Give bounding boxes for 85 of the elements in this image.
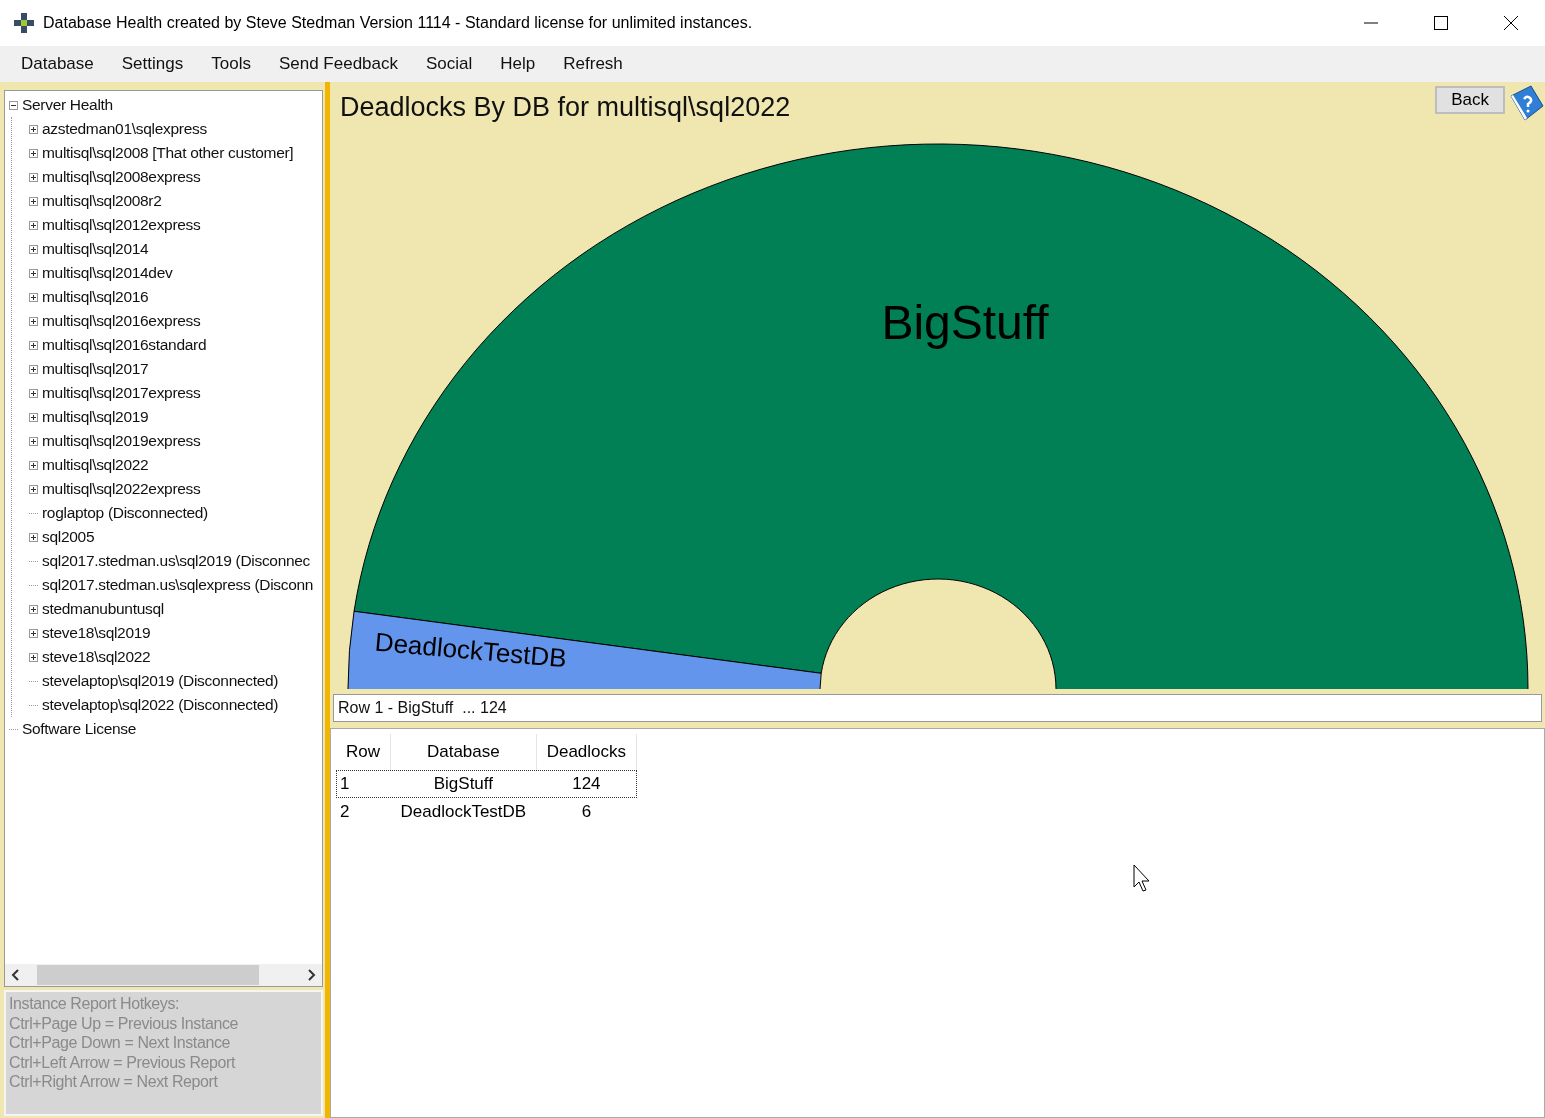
tree-item[interactable]: multisql\sql2016standard (42, 336, 207, 354)
expand-icon[interactable] (29, 388, 38, 398)
slice-label: BigStuff (881, 296, 1049, 349)
tree-item[interactable]: sql2017.stedman.us\sql2019 (Disconnec (42, 552, 311, 570)
hotkey-text: Ctrl+Left Arrow = Previous Report (9, 1052, 237, 1072)
tree-item[interactable]: Software License (22, 720, 137, 738)
menu-item[interactable]: Database (21, 54, 94, 74)
tree-item[interactable]: multisql\sql2014 (42, 240, 149, 258)
hotkey-text: Ctrl+Right Arrow = Next Report (9, 1072, 219, 1092)
slice-label: DeadlockTestDB (373, 626, 568, 674)
tree-item[interactable]: stevelaptop\sql2019 (Disconnected) (42, 672, 279, 690)
column-header[interactable]: Database (390, 734, 537, 770)
expand-icon[interactable] (29, 196, 38, 206)
expand-icon[interactable] (29, 244, 38, 254)
menu-item[interactable]: Refresh (563, 54, 623, 74)
mouse-pointer-icon (1133, 864, 1153, 892)
tree-item[interactable]: roglaptop (Disconnected) (42, 504, 208, 522)
menu-item[interactable]: Settings (121, 54, 184, 74)
tree-item[interactable]: multisql\sql2016express (42, 312, 201, 330)
expand-icon[interactable] (29, 340, 38, 350)
table-cell: 1 (336, 770, 391, 798)
expand-icon[interactable] (29, 148, 38, 158)
window-title: Database Health created by Steve Stedman Version 1114 - Standard license for unlimited instances. (43, 14, 753, 32)
table-cell: 124 (536, 770, 637, 798)
scroll-left-icon[interactable] (11, 969, 21, 981)
expand-icon[interactable] (29, 604, 38, 614)
expand-icon[interactable] (29, 436, 38, 446)
tree-item[interactable]: steve18\sql2022 (42, 648, 151, 666)
expand-icon[interactable] (29, 484, 38, 494)
tree-item[interactable]: multisql\sql2019 (42, 408, 149, 426)
expand-icon[interactable] (29, 172, 38, 182)
expand-icon[interactable] (29, 652, 38, 662)
expand-icon[interactable] (29, 268, 38, 278)
table-cell: 6 (536, 798, 637, 826)
selected-row-field[interactable]: Row 1 - BigStuff ... 124 (333, 694, 1542, 722)
expand-icon[interactable] (29, 460, 38, 470)
expand-icon[interactable] (29, 364, 38, 374)
table-row[interactable]: 1 BigStuff 124 (336, 770, 637, 798)
maximize-icon[interactable] (1433, 15, 1449, 31)
app-logo-icon (13, 12, 35, 34)
scrollbar-thumb[interactable] (37, 965, 259, 985)
tree-item[interactable]: azstedman01\sqlexpress (42, 120, 207, 138)
tree-item[interactable]: multisql\sql2014dev (42, 264, 173, 282)
tree-item[interactable]: multisql\sql2008 [That other customer] (42, 144, 294, 162)
expand-icon[interactable] (29, 628, 38, 638)
expand-icon[interactable] (29, 220, 38, 230)
scroll-right-icon[interactable] (306, 969, 316, 981)
tree-item[interactable]: multisql\sql2016 (42, 288, 149, 306)
tree-item[interactable]: steve18\sql2019 (42, 624, 151, 642)
tree-item[interactable]: multisql\sql2012express (42, 216, 201, 234)
table-cell: DeadlockTestDB (390, 798, 537, 826)
close-icon[interactable] (1503, 15, 1519, 31)
tree-item[interactable]: sql2017.stedman.us\sqlexpress (Disconn (42, 576, 314, 594)
table-cell: 2 (336, 798, 391, 826)
tree-item[interactable]: multisql\sql2017express (42, 384, 201, 402)
back-button[interactable]: Back (1435, 86, 1505, 114)
expand-icon[interactable] (29, 292, 38, 302)
column-header[interactable]: Row (336, 734, 391, 770)
tree-item[interactable]: multisql\sql2017 (42, 360, 149, 378)
menu-item[interactable]: Help (500, 54, 536, 74)
table-cell: BigStuff (390, 770, 537, 798)
tree-item[interactable]: multisql\sql2008r2 (42, 192, 162, 210)
tree-item[interactable]: Server Health (22, 96, 113, 114)
report-title: Deadlocks By DB for multisql\sql2022 (340, 92, 791, 123)
expand-icon[interactable] (29, 124, 38, 134)
expand-icon[interactable] (29, 532, 38, 542)
menu-item[interactable]: Social (426, 54, 473, 74)
tree-item[interactable]: sql2005 (42, 528, 95, 546)
table-row[interactable]: 2 DeadlockTestDB 6 (336, 798, 637, 826)
hotkey-text: Ctrl+Page Down = Next Instance (9, 1033, 231, 1053)
tree-item[interactable]: stevelaptop\sql2022 (Disconnected) (42, 696, 279, 714)
menu-item[interactable]: Tools (211, 54, 251, 74)
expand-icon[interactable] (29, 316, 38, 326)
menu-item[interactable]: Send Feedback (278, 54, 398, 74)
tree-item[interactable]: multisql\sql2008express (42, 168, 201, 186)
column-header[interactable]: Deadlocks (536, 734, 637, 770)
hotkey-text: Instance Report Hotkeys: (9, 994, 181, 1014)
collapse-icon[interactable] (9, 100, 18, 110)
tree-item[interactable]: stedmanubuntusql (42, 600, 164, 618)
horizontal-scrollbar[interactable] (5, 964, 322, 986)
tree-item[interactable]: multisql\sql2019express (42, 432, 201, 450)
tree-item[interactable]: multisql\sql2022express (42, 480, 201, 498)
expand-icon[interactable] (29, 412, 38, 422)
tree-item[interactable]: multisql\sql2022 (42, 456, 149, 474)
hotkey-text: Ctrl+Page Up = Previous Instance (9, 1013, 240, 1033)
